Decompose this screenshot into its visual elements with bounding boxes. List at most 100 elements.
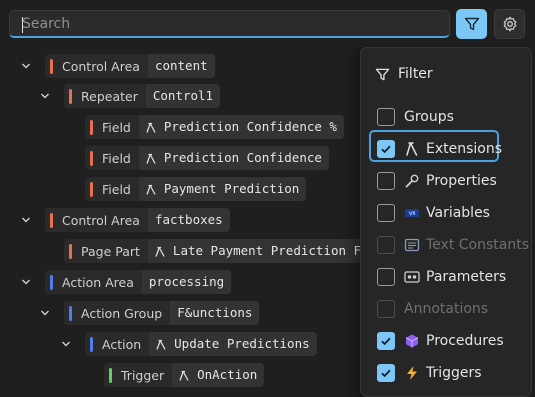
checkbox[interactable] <box>377 268 395 286</box>
text-caret <box>22 17 23 33</box>
cube-icon <box>404 333 420 349</box>
tree-node[interactable]: Trigger OnAction <box>104 363 265 387</box>
tree-row[interactable]: Control Area content <box>45 54 215 78</box>
node-kind-label: Control Area <box>62 58 140 74</box>
node-kind-label: Trigger <box>121 367 165 383</box>
tree-row[interactable]: Field Prediction Confidence % <box>85 115 344 139</box>
chevron-down-icon[interactable] <box>21 215 31 225</box>
chevron-down-icon[interactable] <box>21 61 31 71</box>
filter-option-label: Triggers <box>426 365 482 381</box>
checkbox[interactable] <box>377 332 395 350</box>
checkbox[interactable] <box>377 172 395 190</box>
tree-node[interactable]: Field Prediction Confidence % <box>85 115 344 139</box>
checkmark-icon <box>381 369 391 378</box>
checkbox[interactable] <box>377 140 395 158</box>
filter-button[interactable] <box>456 9 487 39</box>
extension-icon <box>404 141 420 157</box>
kind-color-bar <box>69 243 72 259</box>
node-name-text: F&unctions <box>177 305 253 320</box>
tree-row[interactable]: Action Update Predictions <box>85 332 317 356</box>
wrench-icon <box>404 173 420 189</box>
variable-icon-glyph <box>405 209 419 217</box>
text-constant-icon <box>404 237 420 253</box>
node-kind-label: Action Area <box>62 274 134 290</box>
lightning-icon <box>404 365 420 381</box>
tree-row[interactable]: Field Payment Prediction <box>85 177 307 201</box>
search-box[interactable] <box>9 10 450 38</box>
search-input[interactable] <box>10 11 449 36</box>
extension-icon <box>155 246 165 257</box>
gear-icon <box>503 16 516 32</box>
parameter-icon <box>404 269 420 285</box>
chevron-down-icon[interactable] <box>21 277 31 287</box>
tree-node[interactable]: Control Area factboxes <box>45 208 230 232</box>
checkbox[interactable] <box>377 364 395 382</box>
tree-row[interactable]: Field Prediction Confidence <box>85 146 329 170</box>
filter-option-groups[interactable]: Groups <box>377 105 454 129</box>
filter-option-properties[interactable]: Properties <box>377 169 497 193</box>
node-name: factboxes <box>147 208 230 232</box>
tree-row[interactable]: Control Area factboxes <box>45 208 230 232</box>
node-name: content <box>147 54 215 78</box>
kind-color-bar <box>50 212 53 228</box>
funnel-icon <box>375 68 390 80</box>
filter-option-extensions[interactable]: Extensions <box>377 137 502 161</box>
node-kind-label: Field <box>102 150 131 166</box>
tree-row[interactable]: Action Area processing <box>45 270 232 294</box>
filter-option-label: Properties <box>426 173 497 189</box>
chevron-down-icon[interactable] <box>40 308 50 318</box>
filter-title: Filter <box>375 66 433 82</box>
checkbox[interactable] <box>377 204 395 222</box>
filter-option-label: Groups <box>404 109 454 125</box>
filter-option-procedures[interactable]: Procedures <box>377 329 504 353</box>
extension-icon <box>146 153 156 164</box>
funnel-icon <box>464 17 479 31</box>
kind-color-bar <box>90 181 93 197</box>
tree-node[interactable]: Control Area content <box>45 54 215 78</box>
filter-option-parameters[interactable]: Parameters <box>377 265 506 289</box>
settings-button[interactable] <box>494 9 525 39</box>
extension-icon <box>146 122 156 133</box>
node-name-text: Payment Prediction <box>163 181 300 196</box>
kind-color-bar <box>90 119 93 135</box>
chevron-down-icon[interactable] <box>40 91 50 101</box>
tree-row[interactable]: Trigger OnAction <box>104 363 265 387</box>
node-kind-label: Field <box>102 181 131 197</box>
tree-node[interactable]: Field Payment Prediction <box>85 177 307 201</box>
node-kind-label: Control Area <box>62 212 140 228</box>
node-name: Control1 <box>145 84 221 108</box>
kind-color-bar <box>69 305 72 321</box>
tree-row[interactable]: Page Part Late Payment Prediction Fact <box>64 239 391 263</box>
extension-icon <box>179 370 189 381</box>
tree-node[interactable]: Page Part Late Payment Prediction Fact <box>64 239 391 263</box>
node-kind-label: Action Group <box>81 305 163 321</box>
tree-row[interactable]: Action Group F&unctions <box>64 301 260 325</box>
variable-icon <box>404 205 420 221</box>
tree-node[interactable]: Action Update Predictions <box>85 332 317 356</box>
node-name: Late Payment Prediction Fact <box>147 239 391 263</box>
tree-node[interactable]: Repeater Control1 <box>64 84 221 108</box>
tree-node[interactable]: Field Prediction Confidence <box>85 146 329 170</box>
filter-option-text-constants: Text Constants <box>377 233 529 257</box>
filter-option-variables[interactable]: Variables <box>377 201 490 225</box>
checkbox[interactable] <box>377 108 395 126</box>
node-name-text: Late Payment Prediction Fact <box>172 243 384 258</box>
node-name: processing <box>141 270 232 294</box>
chevron-down-icon[interactable] <box>61 339 71 349</box>
tree-node[interactable]: Action Area processing <box>45 270 232 294</box>
kind-color-bar <box>69 88 72 104</box>
node-name: Update Predictions <box>149 332 317 356</box>
node-name-text: Update Predictions <box>174 336 310 351</box>
checkmark-icon <box>381 337 391 346</box>
parameter-icon-glyph <box>404 271 420 283</box>
node-name-text: Control1 <box>152 88 214 103</box>
checkmark-icon <box>381 145 391 154</box>
filter-option-annotations: Annotations <box>377 297 488 321</box>
extension-icon-glyph <box>406 142 418 156</box>
filter-option-triggers[interactable]: Triggers <box>377 361 482 385</box>
filter-option-label: Procedures <box>426 333 504 349</box>
kind-color-bar <box>90 336 93 352</box>
node-name: Prediction Confidence <box>138 146 329 170</box>
tree-row[interactable]: Repeater Control1 <box>64 84 221 108</box>
tree-node[interactable]: Action Group F&unctions <box>64 301 260 325</box>
